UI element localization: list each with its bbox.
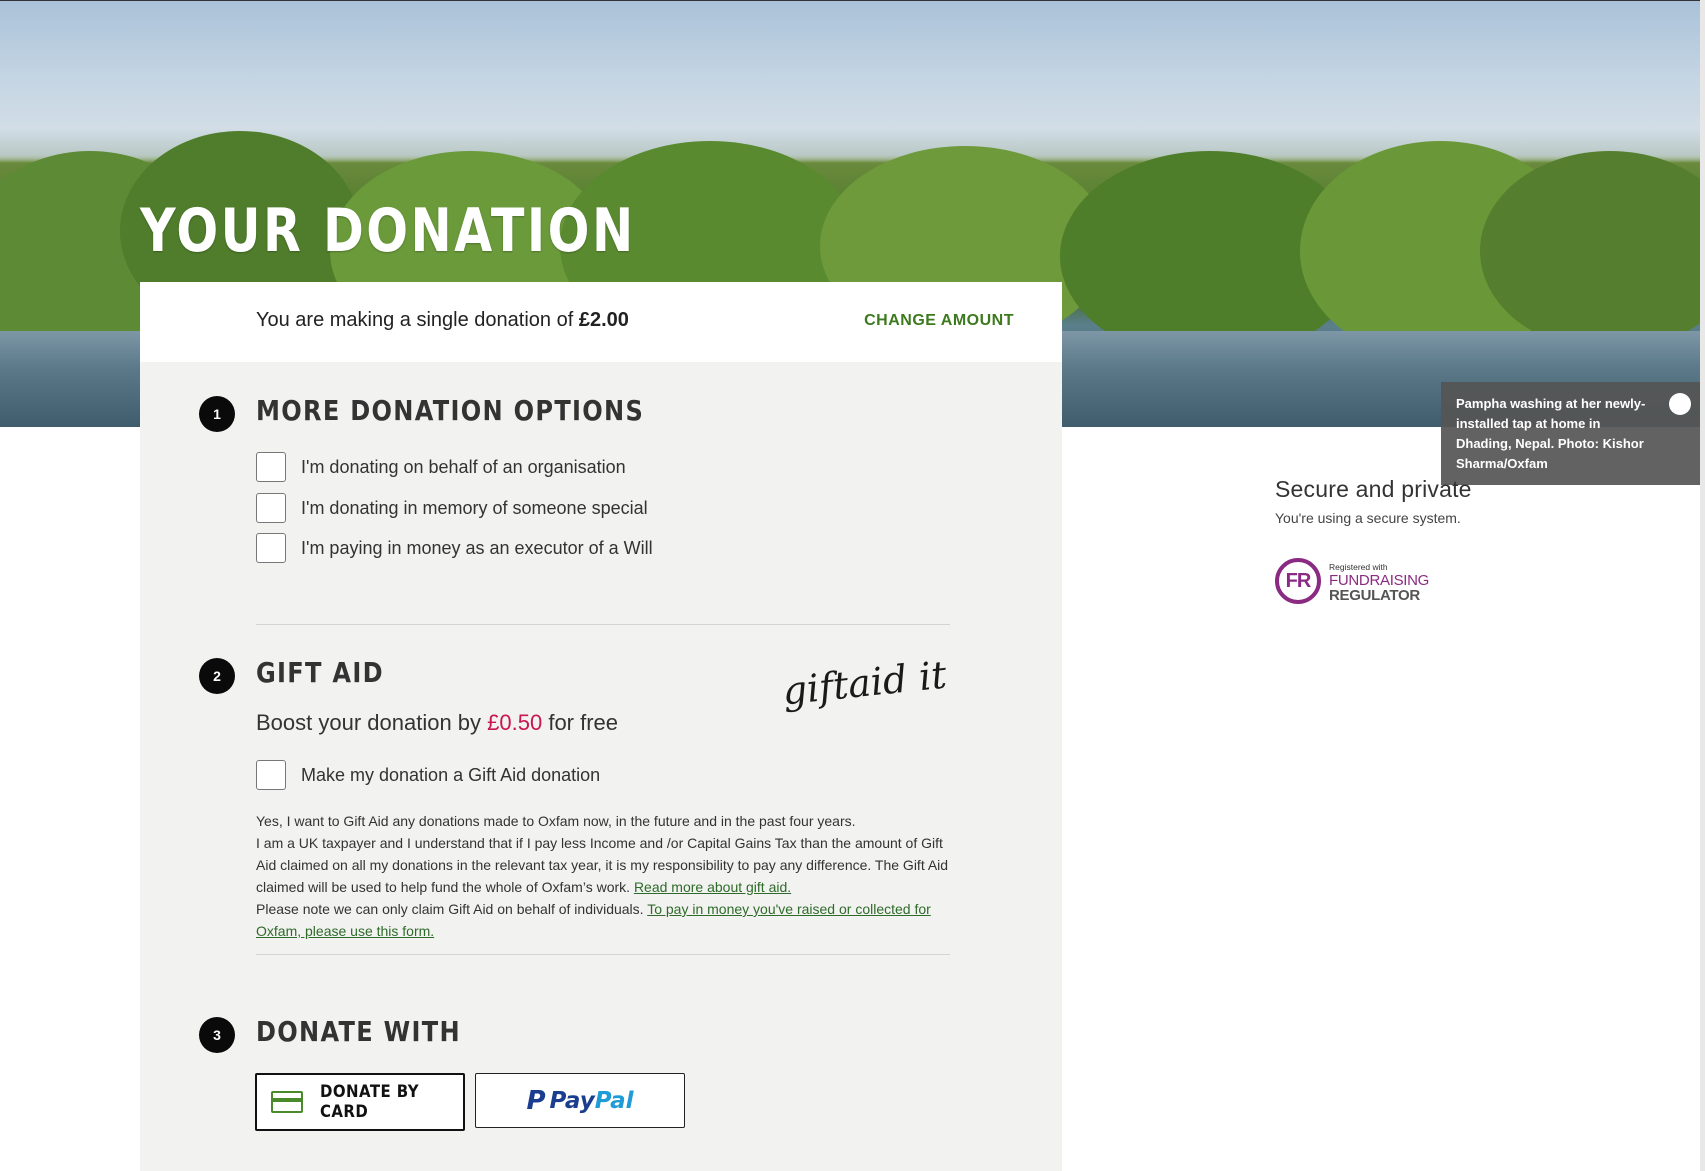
step-number-1: 1 bbox=[199, 396, 235, 432]
checkbox-label: I'm donating on behalf of an organisatio… bbox=[301, 456, 626, 477]
legal-line-3: Please note we can only claim Gift Aid o… bbox=[256, 901, 648, 917]
change-amount-link[interactable]: CHANGE AMOUNT bbox=[864, 312, 1014, 330]
amount-text: You are making a single donation of £2.0… bbox=[256, 309, 629, 332]
boost-amount: £0.50 bbox=[487, 710, 543, 735]
legal-paragraph-2: I am a UK taxpayer and I understand that… bbox=[256, 832, 956, 898]
photo-caption: Pampha washing at her newly-installed ta… bbox=[1441, 382, 1701, 485]
checkbox[interactable] bbox=[256, 533, 286, 563]
donate-by-card-label: DONATE BY CARD bbox=[320, 1082, 420, 1122]
read-more-gift-aid-link[interactable]: Read more about gift aid. bbox=[634, 879, 791, 895]
page-scrollbar[interactable] bbox=[1700, 0, 1705, 1171]
section-title-options: MORE DONATION OPTIONS bbox=[256, 394, 645, 427]
fr-logo-icon: FR bbox=[1275, 558, 1321, 604]
secure-title: Secure and private bbox=[1275, 476, 1472, 502]
checkbox-label: Make my donation a Gift Aid donation bbox=[301, 764, 601, 785]
donate-by-card-button[interactable]: DONATE BY CARD bbox=[255, 1073, 465, 1131]
divider bbox=[256, 954, 950, 955]
fr-line2: REGULATOR bbox=[1329, 587, 1420, 604]
checkbox-in-memory[interactable]: I'm donating in memory of someone specia… bbox=[256, 492, 648, 524]
step-number-2: 2 bbox=[199, 658, 235, 694]
giftaid-logo-icon: giftaid it bbox=[780, 652, 949, 713]
checkbox[interactable] bbox=[256, 760, 286, 790]
gift-aid-boost: Boost your donation by £0.50 for free bbox=[256, 710, 618, 736]
checkbox-label: I'm paying in money as an executor of a … bbox=[301, 537, 653, 558]
secure-text: You're using a secure system. bbox=[1275, 510, 1461, 526]
page-title: YOUR DONATION bbox=[140, 196, 636, 266]
caption-text: Pampha washing at her newly-installed ta… bbox=[1456, 396, 1646, 471]
credit-card-icon bbox=[271, 1091, 303, 1113]
amount-prefix: You are making a single donation of bbox=[256, 309, 579, 331]
fr-registered: Registered with bbox=[1329, 562, 1388, 572]
legal-line-1: Yes, I want to Gift Aid any donations ma… bbox=[256, 813, 856, 829]
checkbox-label: I'm donating in memory of someone specia… bbox=[301, 497, 648, 518]
checkbox[interactable] bbox=[256, 452, 286, 482]
boost-prefix: Boost your donation by bbox=[256, 710, 488, 735]
checkbox-gift-aid[interactable]: Make my donation a Gift Aid donation bbox=[256, 759, 600, 791]
caption-toggle[interactable] bbox=[1669, 393, 1691, 415]
legal-line-2: I am a UK taxpayer and I understand that… bbox=[256, 835, 949, 895]
gift-aid-declaration: Yes, I want to Gift Aid any donations ma… bbox=[256, 810, 956, 942]
legal-paragraph-3: Please note we can only claim Gift Aid o… bbox=[256, 898, 956, 942]
checkbox[interactable] bbox=[256, 493, 286, 523]
boost-suffix: for free bbox=[542, 710, 619, 735]
secure-info: Secure and private You're using a secure… bbox=[1275, 476, 1472, 526]
giftaid-logo-text: giftaid it bbox=[780, 652, 949, 713]
section-title-gift-aid: GIFT AID bbox=[256, 656, 384, 689]
paypal-button[interactable]: P PayPal bbox=[475, 1073, 685, 1128]
donation-panel: You are making a single donation of £2.0… bbox=[140, 282, 1062, 1171]
fundraising-regulator-badge: FR Registered with FUNDRAISING REGULATOR bbox=[1275, 558, 1435, 608]
checkbox-executor[interactable]: I'm paying in money as an executor of a … bbox=[256, 532, 653, 564]
amount-value: £2.00 bbox=[578, 309, 629, 331]
step-number-3: 3 bbox=[199, 1017, 235, 1053]
paypal-label: PayPal bbox=[549, 1087, 634, 1114]
divider bbox=[256, 624, 950, 625]
checkbox-organisation[interactable]: I'm donating on behalf of an organisatio… bbox=[256, 451, 626, 483]
paypal-logo-icon: P bbox=[526, 1085, 546, 1116]
amount-summary: You are making a single donation of £2.0… bbox=[140, 282, 1062, 362]
section-title-donate-with: DONATE WITH bbox=[256, 1015, 461, 1048]
